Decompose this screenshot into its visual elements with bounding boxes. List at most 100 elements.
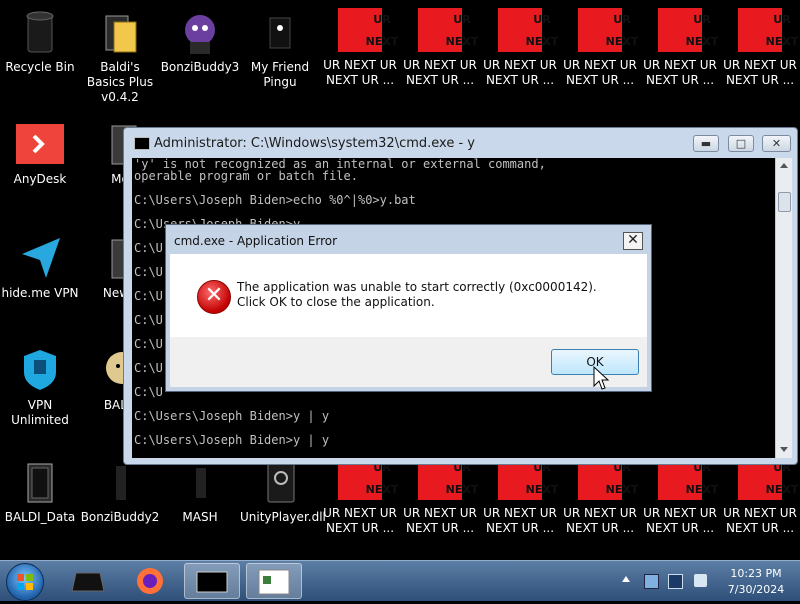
taskbar: 10:23 PM 7/30/2024 [0, 560, 800, 601]
mouse-cursor-icon [593, 366, 609, 390]
mash-icon [176, 458, 224, 506]
firefox-icon [137, 568, 163, 594]
dll-file-icon [256, 458, 304, 506]
windows-logo-icon [17, 574, 33, 590]
desktop-icon-label: UR NEXT UR NEXT UR ... [483, 506, 557, 535]
desktop-icon-label: UR NEXT UR NEXT UR ... [563, 506, 637, 535]
folder-icon [96, 8, 144, 56]
taskbar-item-cmd[interactable] [184, 563, 240, 599]
system-clock[interactable]: 10:23 PM 7/30/2024 [720, 566, 792, 598]
desktop-icon-recycle-bin[interactable]: Recycle Bin [0, 2, 80, 75]
desktop-icon-vpn-unlimited[interactable]: VPN Unlimited [0, 340, 80, 428]
desktop-icon-label: My Friend Pingu [250, 60, 310, 89]
desktop-icon-label: UR NEXT UR NEXT UR ... [723, 58, 797, 87]
clock-time: 10:23 PM [730, 567, 782, 580]
desktop-icon-label: UnityPlayer.dll [240, 510, 326, 524]
desktop-icon-label: Recycle Bin [5, 60, 75, 74]
desktop-icon-ur-next[interactable]: UR NEXT UR NEXT UR NEXT UR ... [480, 2, 560, 88]
ur-next-icon: UR NEXT [498, 8, 558, 52]
bonzi-gorilla-icon [96, 458, 144, 506]
desktop-icon-label: UR NEXT UR NEXT UR ... [723, 506, 797, 535]
dialog-close-button[interactable]: ✕ [623, 232, 643, 250]
console-line: C:\U [134, 385, 163, 399]
dialog-footer: OK [170, 337, 647, 387]
scroll-up-arrow-icon[interactable] [780, 163, 788, 168]
desktop-icon-label: MASH [182, 510, 218, 524]
desktop-icon-hide-me-vpn[interactable]: hide.me VPN [0, 228, 80, 301]
desktop-icon-my-friend-pingu[interactable]: My Friend Pingu [240, 2, 320, 90]
error-message: The application was unable to start corr… [237, 280, 597, 309]
app-window-icon [258, 569, 290, 595]
console-line: C:\U [134, 241, 163, 255]
network-icon[interactable] [644, 574, 659, 589]
scrollbar-thumb[interactable] [778, 192, 791, 212]
hide-me-vpn-icon [16, 234, 64, 282]
desktop-icon-label: UR NEXT UR NEXT UR ... [403, 506, 477, 535]
bonzi-gorilla-icon [176, 8, 224, 56]
ur-next-icon: UR NEXT [738, 8, 798, 52]
desktop-icon-label: AnyDesk [13, 172, 67, 186]
desktop-icon-label: UR NEXT UR NEXT UR ... [563, 58, 637, 87]
dialog-title: cmd.exe - Application Error [174, 234, 338, 248]
start-button[interactable] [6, 563, 44, 601]
console-line: C:\U [134, 361, 163, 375]
minimize-button[interactable]: ▬ [693, 135, 719, 152]
window-title: Administrator: C:\Windows\system32\cmd.e… [154, 136, 475, 151]
monitor-icon[interactable] [668, 574, 683, 589]
desktop-icon-baldis-basics[interactable]: Baldi's Basics Plus v0.4.2 [80, 2, 160, 105]
desktop-icon-baldi-data[interactable]: BALDI_Data [0, 452, 80, 525]
desktop-icon-label: hide.me VPN [1, 286, 79, 300]
vpn-unlimited-icon [16, 346, 64, 394]
desktop-icon-label: UR NEXT UR NEXT UR ... [323, 58, 397, 87]
scroll-down-arrow-icon[interactable] [780, 447, 788, 452]
console-line: C:\U [134, 265, 163, 279]
black-box-icon [71, 572, 105, 592]
clock-date: 7/30/2024 [727, 583, 785, 596]
ur-next-icon: UR NEXT [578, 8, 638, 52]
desktop-icon-ur-next[interactable]: UR NEXT UR NEXT UR NEXT UR ... [560, 2, 640, 88]
taskbar-item-firefox[interactable] [122, 563, 178, 599]
console-line: operable program or batch file. [134, 169, 358, 183]
taskbar-item-unity[interactable] [60, 563, 116, 599]
desktop-icon-label: BALDI_Data [4, 510, 76, 524]
console-line: C:\Users\Joseph Biden>echo %0^|%0>y.bat [134, 193, 416, 207]
desktop-icon-ur-next[interactable]: UR NEXT UR NEXT UR NEXT UR ... [720, 2, 800, 88]
volume-icon[interactable] [694, 574, 707, 587]
console-icon [134, 137, 150, 150]
ur-next-icon: UR NEXT [338, 8, 398, 52]
application-error-dialog[interactable]: cmd.exe - Application Error ✕ ✕ The appl… [165, 224, 652, 392]
desktop-icon-ur-next[interactable]: UR NEXT UR NEXT UR NEXT UR ... [320, 2, 400, 88]
pingu-icon [256, 8, 304, 56]
taskbar-item-error-dialog[interactable] [246, 563, 302, 599]
maximize-button[interactable]: □ [728, 135, 754, 152]
desktop-icon-label: UR NEXT UR NEXT UR ... [643, 506, 717, 535]
console-line: C:\U [134, 313, 163, 327]
desktop-icon-label: UR NEXT UR NEXT UR ... [323, 506, 397, 535]
desktop-icon-anydesk[interactable]: AnyDesk [0, 114, 80, 187]
vertical-scrollbar[interactable] [775, 158, 792, 458]
desktop-icon-ur-next[interactable]: UR NEXT UR NEXT UR NEXT UR ... [400, 2, 480, 88]
ur-next-icon: UR NEXT [658, 8, 718, 52]
console-line: C:\Users\Joseph Biden>y | y [134, 409, 330, 423]
console-line: C:\U [134, 289, 163, 303]
console-line: C:\U [134, 337, 163, 351]
desktop-icon-label: UR NEXT UR NEXT UR ... [403, 58, 477, 87]
folder-icon [16, 458, 64, 506]
console-window-icon [196, 571, 228, 593]
desktop-icon-label: BonziBuddy3 [160, 60, 240, 74]
anydesk-icon [16, 120, 64, 168]
show-hidden-icons-arrow[interactable] [622, 576, 630, 582]
desktop-icon-label: UR NEXT UR NEXT UR ... [643, 58, 717, 87]
desktop-icon-label: Baldi's Basics Plus v0.4.2 [86, 60, 154, 104]
dialog-body: ✕ The application was unable to start co… [170, 254, 647, 337]
desktop-icon-label: VPN Unlimited [11, 398, 69, 427]
desktop-icon-ur-next[interactable]: UR NEXT UR NEXT UR NEXT UR ... [640, 2, 720, 88]
close-button[interactable]: ✕ [762, 135, 791, 152]
ur-next-icon: UR NEXT [418, 8, 478, 52]
desktop-icon-bonzibuddy3[interactable]: BonziBuddy3 [160, 2, 240, 75]
console-line: C:\Users\Joseph Biden>y | y [134, 433, 330, 447]
desktop-icon-label: UR NEXT UR NEXT UR ... [483, 58, 557, 87]
error-icon: ✕ [197, 280, 231, 314]
desktop-icon-label: BonziBuddy2 [80, 510, 160, 524]
recycle-bin-icon [16, 8, 64, 56]
